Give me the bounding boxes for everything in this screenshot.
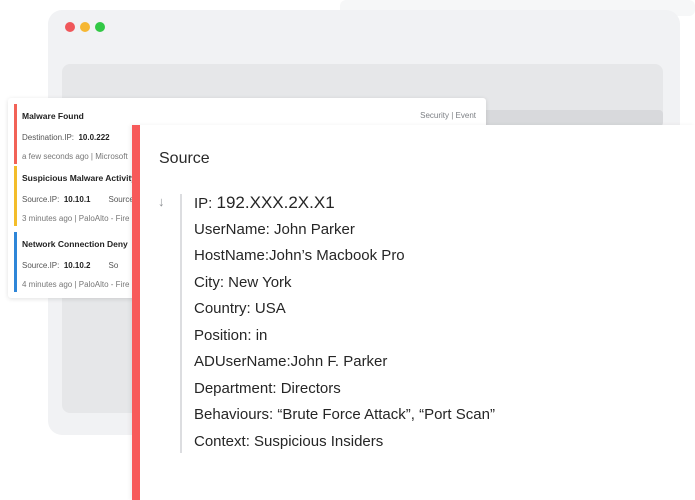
alert-second-label: So (108, 261, 119, 270)
ip-label: IP: (194, 195, 217, 212)
field-behaviours: Behaviours: “Brute Force Attack”, “Port … (194, 406, 495, 423)
alert-field: Source.IP: 10.10.2 So (22, 261, 118, 270)
ip-value: 192.XXX.2X.X1 (216, 193, 335, 212)
alert-title: Malware Found (22, 111, 84, 121)
section-title: Source (159, 150, 210, 167)
alert-field-label: Source.IP: (22, 261, 60, 270)
field-username: UserName: John Parker (194, 220, 355, 238)
field-department: Department: Directors (194, 379, 341, 397)
field-hostname: HostName:John’s Macbook Pro (194, 247, 405, 264)
alert-field-value: 10.10.2 (63, 261, 91, 270)
alert-time-source: 4 minutes ago | PaloAlto - Fire (22, 280, 130, 289)
window-controls (65, 22, 105, 32)
field-country: Country: USA (194, 300, 286, 317)
alert-field: Source.IP: 10.10.1 Source (22, 195, 134, 204)
field-position: Position: in (194, 326, 268, 344)
field-adusername: ADUserName:John F. Parker (194, 353, 388, 370)
alert-field-label: Destination.IP: (22, 133, 75, 142)
category-tag: Security | Event (420, 111, 476, 120)
alert-field-value: 10.10.1 (63, 195, 91, 204)
arrow-down-icon[interactable]: ↓ (158, 194, 165, 209)
maximize-dot[interactable] (95, 22, 105, 32)
source-detail-panel: Source ↓ IP: 192.XXX.2X.X1 UserName: Joh… (132, 125, 695, 500)
severity-accent-bar (132, 125, 140, 500)
field-context: Context: Suspicious Insiders (194, 432, 384, 450)
alert-time-source: 3 minutes ago | PaloAlto - Fire (22, 214, 130, 223)
close-dot[interactable] (65, 22, 75, 32)
alert-second-label: Source (108, 195, 134, 204)
field-divider-line (180, 194, 182, 453)
minimize-dot[interactable] (80, 22, 90, 32)
field-ip: IP: 192.XXX.2X.X1 (194, 190, 495, 217)
alert-time-source: a few seconds ago | Microsoft (22, 152, 128, 161)
field-city: City: New York (194, 273, 292, 291)
alert-field-value: 10.0.222 (78, 133, 110, 142)
alert-title: Suspicious Malware Activity (22, 173, 136, 183)
alert-title: Network Connection Deny (22, 239, 128, 249)
source-field-list: IP: 192.XXX.2X.X1 UserName: John Parker … (194, 190, 495, 455)
alert-field-label: Source.IP: (22, 195, 60, 204)
alert-field: Destination.IP: 10.0.222 (22, 133, 110, 142)
